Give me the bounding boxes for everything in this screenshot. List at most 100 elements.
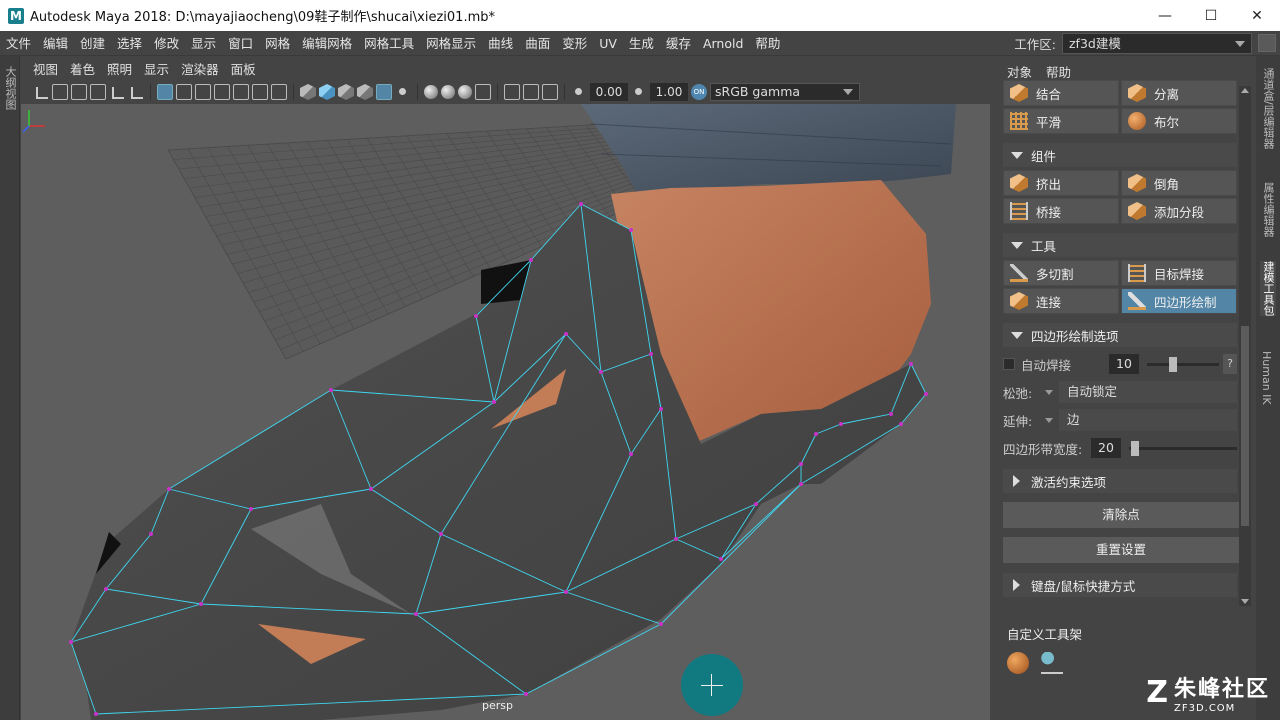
close-icon[interactable]: ✕ — [1234, 0, 1280, 31]
select-camera-icon[interactable] — [33, 84, 49, 100]
channel-box-tab[interactable]: 通道盒/层编辑器 — [1260, 68, 1276, 149]
separate-button[interactable]: 分离 — [1121, 80, 1237, 106]
menu-mesh-tools[interactable]: 网格工具 — [358, 31, 420, 56]
menu-edit-mesh[interactable]: 编辑网格 — [296, 31, 358, 56]
smooth-shade-icon[interactable] — [319, 84, 335, 100]
exposure-icon[interactable] — [571, 84, 587, 100]
tool-shelf-icon[interactable] — [1041, 652, 1063, 674]
gate-mask-icon[interactable] — [214, 84, 230, 100]
menu-arnold[interactable]: Arnold — [697, 31, 749, 56]
resolution-gate-icon[interactable] — [195, 84, 211, 100]
menu-cache[interactable]: 缓存 — [660, 31, 697, 56]
scroll-up-icon[interactable] — [1241, 88, 1249, 93]
menu-windows[interactable]: 窗口 — [222, 31, 259, 56]
menu-edit[interactable]: 编辑 — [37, 31, 74, 56]
image-plane-icon[interactable] — [90, 84, 106, 100]
vp-menu-view[interactable]: 视图 — [27, 59, 64, 78]
add-divisions-button[interactable]: 添加分段 — [1121, 198, 1237, 224]
quad-draw-options-section[interactable]: 四边形绘制选项 — [1003, 323, 1237, 347]
tools-section[interactable]: 工具 — [1003, 233, 1237, 257]
color-management-toggle-icon[interactable]: ON — [691, 84, 707, 100]
wireframe-on-shaded-icon[interactable] — [338, 84, 354, 100]
vp-menu-panels[interactable]: 面板 — [225, 59, 262, 78]
vp-menu-shading[interactable]: 着色 — [64, 59, 101, 78]
field-chart-icon[interactable] — [233, 84, 249, 100]
camera-attributes-icon[interactable] — [52, 84, 68, 100]
chevron-down-icon[interactable] — [1045, 389, 1053, 395]
bevel-button[interactable]: 倒角 — [1121, 170, 1237, 196]
isolate-select-icon[interactable] — [504, 84, 520, 100]
menu-modify[interactable]: 修改 — [148, 31, 185, 56]
menu-mesh[interactable]: 网格 — [259, 31, 296, 56]
workspace-dropdown[interactable]: zf3d建模 — [1062, 33, 1252, 54]
reset-settings-button[interactable]: 重置设置 — [1003, 537, 1239, 563]
strip-width-value[interactable]: 20 — [1091, 438, 1121, 458]
menu-deform[interactable]: 变形 — [556, 31, 593, 56]
shadows-icon[interactable] — [395, 84, 411, 100]
panel-scrollbar[interactable] — [1239, 86, 1251, 606]
menu-display[interactable]: 显示 — [185, 31, 222, 56]
strip-width-slider[interactable] — [1129, 440, 1237, 456]
menu-curves[interactable]: 曲线 — [482, 31, 519, 56]
shortcuts-section[interactable]: 键盘/鼠标快捷方式 — [1003, 573, 1237, 597]
clear-points-button[interactable]: 清除点 — [1003, 502, 1239, 528]
auto-weld-slider[interactable] — [1147, 356, 1219, 372]
connect-button[interactable]: 连接 — [1003, 288, 1119, 314]
menu-create[interactable]: 创建 — [74, 31, 111, 56]
outliner-tab[interactable]: 大纲视图 — [2, 66, 18, 110]
vp-menu-show[interactable]: 显示 — [138, 59, 175, 78]
target-weld-button[interactable]: 目标焊接 — [1121, 260, 1237, 286]
bridge-button[interactable]: 桥接 — [1003, 198, 1119, 224]
modeling-toolkit-tab[interactable]: 建模工具包 — [1260, 261, 1276, 316]
maximize-icon[interactable]: ☐ — [1188, 0, 1234, 31]
menu-help[interactable]: 帮助 — [749, 31, 786, 56]
combine-button[interactable]: 结合 — [1003, 80, 1119, 106]
basketball-shelf-icon[interactable] — [1007, 652, 1029, 674]
quad-draw-button[interactable]: 四边形绘制 — [1121, 288, 1237, 314]
bookmark-icon[interactable] — [71, 84, 87, 100]
menu-generate[interactable]: 生成 — [623, 31, 660, 56]
menu-file[interactable]: 文件 — [0, 31, 37, 56]
screen-space-ao-icon[interactable] — [424, 85, 438, 99]
attribute-editor-tab[interactable]: 属性编辑器 — [1260, 182, 1276, 237]
xray-icon[interactable] — [523, 84, 539, 100]
multisample-icon[interactable] — [458, 85, 472, 99]
grease-pencil-icon[interactable] — [128, 84, 144, 100]
film-gate-icon[interactable] — [176, 84, 192, 100]
smooth-button[interactable]: 平滑 — [1003, 108, 1119, 134]
menu-uv[interactable]: UV — [593, 31, 623, 56]
motion-blur-icon[interactable] — [441, 85, 455, 99]
components-section[interactable]: 组件 — [1003, 143, 1237, 167]
menu-surfaces[interactable]: 曲面 — [519, 31, 556, 56]
depth-of-field-icon[interactable] — [475, 84, 491, 100]
minimize-icon[interactable]: — — [1142, 0, 1188, 31]
menu-select[interactable]: 选择 — [111, 31, 148, 56]
3d-viewport[interactable]: persp — [21, 104, 990, 720]
vp-menu-lighting[interactable]: 照明 — [101, 59, 138, 78]
extend-dropdown[interactable]: 边 — [1059, 409, 1237, 431]
human-ik-tab[interactable]: Human IK — [1260, 351, 1273, 405]
2d-pan-icon[interactable] — [109, 84, 125, 100]
exposure-field[interactable]: 0.00 — [590, 83, 628, 101]
multi-cut-button[interactable]: 多切割 — [1003, 260, 1119, 286]
gamma-field[interactable]: 1.00 — [650, 83, 688, 101]
relax-dropdown[interactable]: 自动锁定 — [1059, 381, 1237, 403]
help-icon[interactable]: ? — [1223, 354, 1237, 374]
safe-title-icon[interactable] — [271, 84, 287, 100]
menu-mesh-display[interactable]: 网格显示 — [420, 31, 482, 56]
wireframe-icon[interactable] — [300, 84, 316, 100]
vp-menu-renderer[interactable]: 渲染器 — [175, 59, 225, 78]
grid-toggle-icon[interactable] — [157, 84, 173, 100]
gamma-icon[interactable] — [631, 84, 647, 100]
use-all-lights-icon[interactable] — [376, 84, 392, 100]
constraints-section[interactable]: 激活约束选项 — [1003, 469, 1237, 493]
view-transform-dropdown[interactable]: sRGB gamma — [710, 83, 860, 101]
scroll-thumb[interactable] — [1241, 326, 1249, 526]
textured-icon[interactable] — [357, 84, 373, 100]
auto-weld-checkbox[interactable] — [1003, 358, 1015, 370]
slider-handle[interactable] — [1131, 440, 1140, 456]
chevron-down-icon[interactable] — [1045, 417, 1053, 423]
toolkit-menu-help[interactable]: 帮助 — [1046, 62, 1071, 81]
toolkit-menu-object[interactable]: 对象 — [1007, 62, 1032, 81]
safe-action-icon[interactable] — [252, 84, 268, 100]
